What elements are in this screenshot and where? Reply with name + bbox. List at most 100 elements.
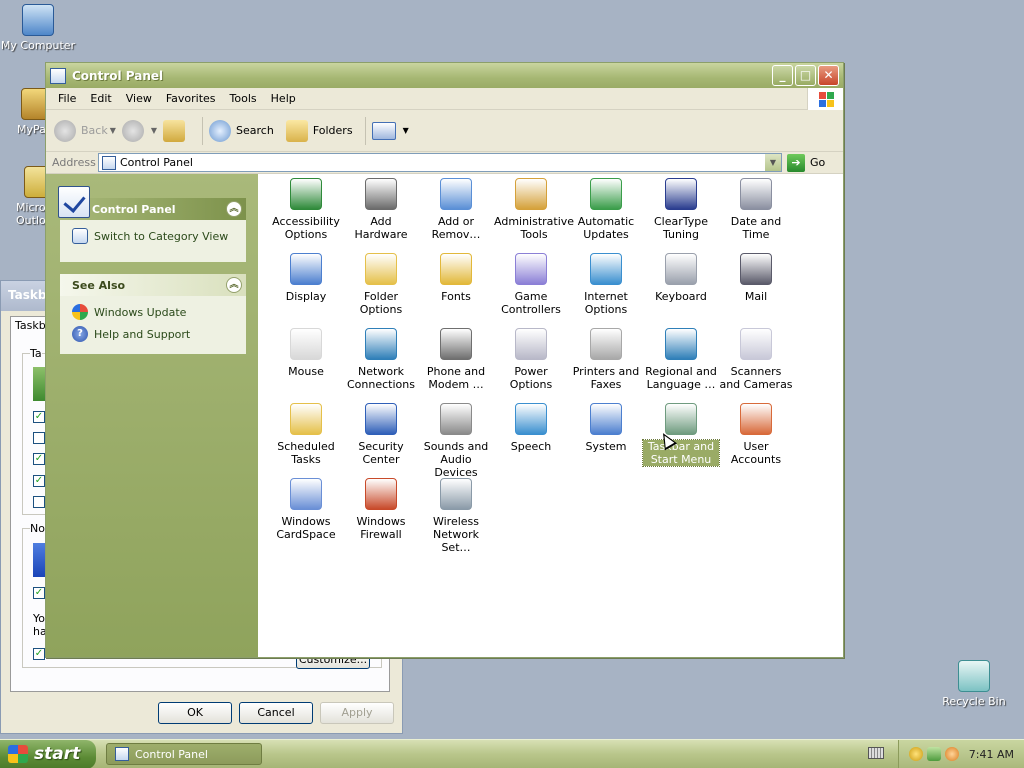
- control-panel-item[interactable]: Game Controllers: [493, 253, 569, 316]
- control-panel-item[interactable]: Security Center: [343, 403, 419, 466]
- control-panel-item[interactable]: Date and Time: [718, 178, 794, 241]
- checkbox[interactable]: [33, 432, 45, 444]
- folders-button[interactable]: Folders: [285, 119, 353, 142]
- control-panel-item[interactable]: Folder Options: [343, 253, 419, 316]
- control-panel-item[interactable]: Scheduled Tasks: [268, 403, 344, 466]
- item-label: User Accounts: [730, 440, 782, 466]
- cancel-button[interactable]: Cancel: [239, 702, 313, 724]
- desktop-icon-label: Recycle Bin: [942, 695, 1006, 708]
- clock[interactable]: 7:41 AM: [969, 748, 1014, 761]
- item-label: Keyboard: [655, 290, 707, 303]
- apply-button[interactable]: Apply: [320, 702, 394, 724]
- control-panel-item[interactable]: User Accounts: [718, 403, 794, 466]
- chevron-down-icon[interactable]: ▼: [110, 126, 116, 135]
- chevron-down-icon[interactable]: ▼: [765, 154, 781, 171]
- go-button[interactable]: ➔ Go: [787, 153, 825, 172]
- menu-bar: File Edit View Favorites Tools Help: [46, 88, 843, 110]
- checkbox[interactable]: ✓: [33, 411, 45, 423]
- cardspace-icon: [290, 478, 322, 510]
- control-panel-item[interactable]: Network Connections: [343, 328, 419, 391]
- up-button[interactable]: [163, 119, 190, 142]
- menu-tools[interactable]: Tools: [224, 90, 263, 107]
- control-panel-item[interactable]: Phone and Modem …: [418, 328, 494, 391]
- item-label: Add Hardware: [354, 215, 408, 241]
- control-panel-item[interactable]: Accessibility Options: [268, 178, 344, 241]
- control-panel-item[interactable]: Regional and Language …: [643, 328, 719, 391]
- maximize-button[interactable]: □: [795, 65, 816, 86]
- panel-title: Control Panel: [92, 202, 176, 216]
- switch-category-view-link[interactable]: Switch to Category View: [72, 228, 236, 244]
- control-panel-item[interactable]: Scanners and Cameras: [718, 328, 794, 391]
- item-label: Internet Options: [584, 290, 628, 316]
- item-label: Folder Options: [359, 290, 403, 316]
- control-panel-item[interactable]: Automatic Updates: [568, 178, 644, 241]
- item-label: Taskbar and Start Menu: [642, 439, 720, 467]
- control-panel-item[interactable]: Add or Remov…: [418, 178, 494, 241]
- checkbox[interactable]: [33, 496, 45, 508]
- control-panel-item[interactable]: Display: [268, 253, 344, 303]
- control-panel-window: Control Panel _ □ ✕ File Edit View Favor…: [45, 62, 844, 658]
- folder-up-icon: [163, 119, 186, 142]
- item-label: Automatic Updates: [577, 215, 635, 241]
- checkbox[interactable]: ✓: [33, 475, 45, 487]
- help-support-link[interactable]: ? Help and Support: [72, 326, 236, 342]
- date-time-icon: [740, 178, 772, 210]
- control-panel-item[interactable]: Mouse: [268, 328, 344, 378]
- item-label: Network Connections: [347, 365, 415, 391]
- views-button[interactable]: ▼: [371, 121, 409, 140]
- desktop-icon-outlook[interactable]: Micros Outlo: [0, 166, 56, 227]
- collapse-icon[interactable]: ︽: [226, 201, 242, 217]
- control-panel-item[interactable]: Add Hardware: [343, 178, 419, 241]
- panel-header[interactable]: Control Panel ︽: [58, 186, 246, 220]
- control-panel-item[interactable]: Speech: [493, 403, 569, 453]
- control-panel-item[interactable]: ClearType Tuning: [643, 178, 719, 241]
- checkbox[interactable]: ✓: [33, 587, 45, 599]
- desktop-icon-recycle-bin[interactable]: Recycle Bin: [936, 660, 1012, 708]
- desktop-icon-my-computer[interactable]: My Computer: [0, 4, 76, 52]
- control-panel-item[interactable]: Administrative Tools: [493, 178, 574, 241]
- control-panel-item[interactable]: Taskbar and Start Menu: [642, 403, 720, 467]
- chevron-down-icon[interactable]: ▼: [151, 126, 157, 135]
- control-panel-item[interactable]: Power Options: [493, 328, 569, 391]
- display-icon: [290, 253, 322, 285]
- ok-button[interactable]: OK: [158, 702, 232, 724]
- control-panel-item[interactable]: Windows CardSpace: [268, 478, 344, 541]
- windows-update-link[interactable]: Windows Update: [72, 304, 236, 320]
- control-panel-item[interactable]: Sounds and Audio Devices: [418, 403, 494, 479]
- menu-view[interactable]: View: [120, 90, 158, 107]
- control-panel-item[interactable]: Internet Options: [568, 253, 644, 316]
- menu-help[interactable]: Help: [265, 90, 302, 107]
- control-panel-item[interactable]: Fonts: [418, 253, 494, 303]
- checkbox[interactable]: ✓: [33, 648, 45, 660]
- checkbox[interactable]: ✓: [33, 453, 45, 465]
- forward-button[interactable]: ▼: [121, 119, 157, 142]
- control-panel-icon: [115, 747, 129, 761]
- security-shield-icon[interactable]: [908, 747, 923, 761]
- search-button[interactable]: Search: [209, 119, 274, 142]
- control-panel-item[interactable]: System: [568, 403, 644, 453]
- search-tray-icon[interactable]: [944, 747, 959, 761]
- taskbar-button-control-panel[interactable]: Control Panel: [106, 743, 262, 765]
- menu-edit[interactable]: Edit: [84, 90, 117, 107]
- control-panel-item[interactable]: Mail: [718, 253, 794, 303]
- menu-file[interactable]: File: [52, 90, 82, 107]
- back-button[interactable]: Back ▼: [54, 119, 116, 142]
- network-icon[interactable]: [926, 747, 941, 761]
- menu-favorites[interactable]: Favorites: [160, 90, 222, 107]
- control-panel-item[interactable]: Wireless Network Set…: [418, 478, 494, 554]
- printers-faxes-icon: [590, 328, 622, 360]
- close-button[interactable]: ✕: [818, 65, 839, 86]
- folder-options-icon: [365, 253, 397, 285]
- panel-header[interactable]: See Also ︽: [60, 274, 246, 296]
- address-input[interactable]: Control Panel ▼: [98, 153, 782, 172]
- minimize-button[interactable]: _: [772, 65, 793, 86]
- control-panel-item[interactable]: Keyboard: [643, 253, 719, 303]
- keyboard-icon[interactable]: [868, 747, 884, 759]
- collapse-icon[interactable]: ︽: [226, 277, 242, 293]
- start-button[interactable]: start: [0, 739, 96, 768]
- chevron-down-icon[interactable]: ▼: [403, 126, 409, 135]
- control-panel-item[interactable]: Printers and Faxes: [568, 328, 644, 391]
- title-bar[interactable]: Control Panel _ □ ✕: [46, 63, 843, 88]
- control-panel-item[interactable]: Windows Firewall: [343, 478, 419, 541]
- regional-language-icon: [665, 328, 697, 360]
